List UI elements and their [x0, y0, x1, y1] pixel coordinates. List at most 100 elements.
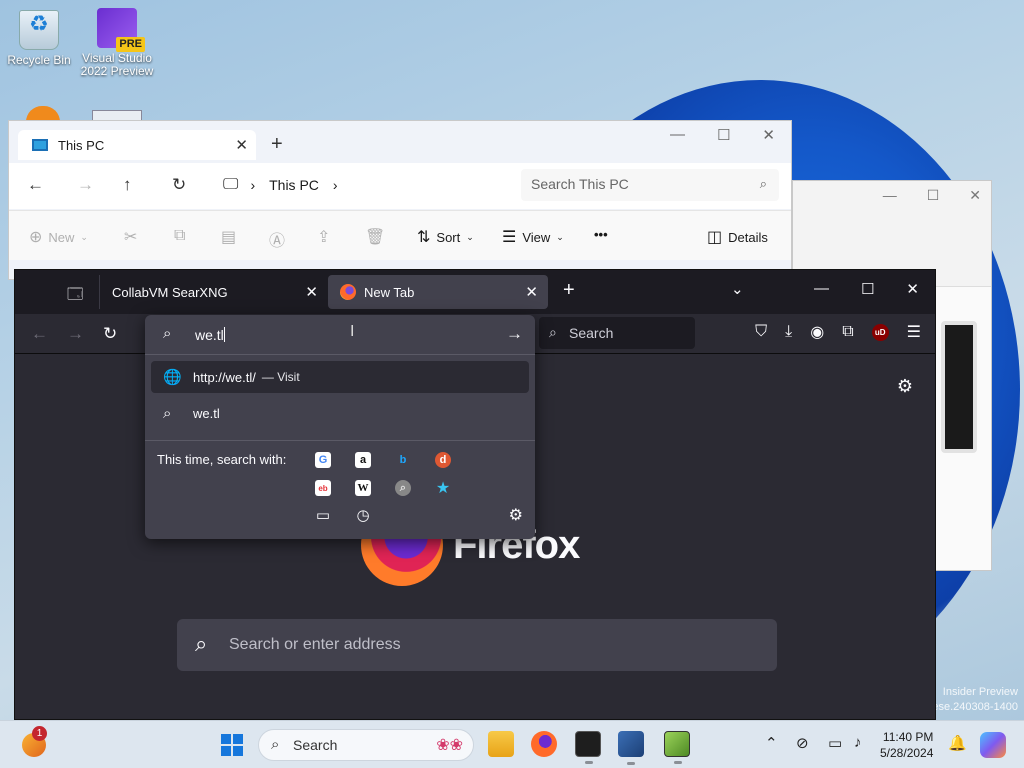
minimize-icon[interactable]: — [670, 126, 685, 144]
window-controls: — ☐ ✕ [883, 187, 981, 204]
searxng-engine-icon[interactable]: ⌕ [395, 480, 411, 496]
firefox-window[interactable]: 🗔 CollabVM SearXNG ✕ New Tab ✕ + ⌄ — ☐ ✕… [14, 269, 936, 720]
start-button[interactable] [221, 734, 243, 756]
bookmarks-star-icon[interactable]: ★ [435, 480, 451, 497]
rename-icon[interactable]: Ⓐ [269, 227, 285, 251]
cut-icon[interactable]: ✂ [124, 227, 137, 247]
search-placeholder: Search This PC [531, 176, 629, 192]
pocket-icon[interactable]: ⛉ [755, 323, 767, 341]
forward-arrow-icon[interactable]: → [77, 175, 94, 195]
chevron-right-icon[interactable]: › [250, 177, 255, 193]
gear-icon[interactable]: ⚙ [897, 376, 913, 397]
paste-icon[interactable]: ▤ [221, 227, 236, 247]
go-arrow-icon[interactable]: → [506, 324, 523, 344]
download-icon[interactable]: ⤓ [785, 323, 792, 341]
breadcrumb[interactable]: This PC [269, 177, 319, 193]
copilot-icon[interactable] [980, 732, 1006, 758]
refresh-icon[interactable]: ↻ [172, 175, 186, 195]
history-clock-icon[interactable]: ◷ [355, 507, 371, 524]
extensions-icon[interactable]: ⧉ [842, 323, 853, 341]
ebay-engine-icon[interactable]: eb [315, 480, 331, 496]
firefox-view-icon[interactable]: 🗔 [67, 284, 83, 309]
search-settings-gear-icon[interactable]: ⚙ [509, 505, 523, 525]
bing-engine-icon[interactable]: b [395, 452, 411, 468]
taskbar: 1 ⌕ Search ❀❀ ⌃ ⊘ ▭ ♪ 11:40 PM 5/28/2024… [0, 720, 1024, 768]
delete-icon[interactable]: 🗑 [365, 227, 385, 247]
details-pane-icon: ◫ [707, 229, 723, 246]
system-clock[interactable]: 11:40 PM 5/28/2024 [880, 729, 933, 761]
forward-arrow-icon[interactable]: → [67, 324, 84, 344]
account-icon[interactable]: ◉ [810, 322, 824, 342]
chevron-up-icon[interactable]: ⌃ [765, 734, 778, 752]
close-icon[interactable]: ✕ [762, 126, 775, 144]
toolbar-search-input[interactable]: ⌕ Search [539, 317, 695, 349]
network-icon[interactable]: ⊘ [796, 734, 809, 752]
more-options-button[interactable]: ••• [594, 227, 608, 242]
ibeam-cursor-icon: I [350, 323, 355, 340]
firefox-icon [340, 284, 356, 300]
close-icon[interactable]: ✕ [969, 187, 981, 204]
file-explorer-icon[interactable] [488, 731, 514, 757]
newtab-search-input[interactable]: ⌕ Search or enter address [177, 619, 777, 671]
close-tab-icon[interactable]: ✕ [525, 283, 538, 301]
tabs-icon[interactable]: ▭ [315, 507, 331, 524]
view-button[interactable]: ☰ View ⌄ [502, 227, 564, 247]
close-tab-icon[interactable]: ✕ [235, 136, 248, 154]
copy-icon[interactable]: ⧉ [174, 227, 185, 245]
divider [145, 440, 535, 441]
hamburger-menu-icon[interactable]: ☰ [907, 322, 921, 342]
address-bar[interactable]: 🖵 › This PC › [215, 169, 511, 201]
amazon-engine-icon[interactable]: a [355, 452, 371, 468]
tab-title: New Tab [364, 284, 415, 300]
sort-button[interactable]: ⇅ Sort ⌄ [417, 227, 474, 247]
maximize-icon[interactable]: ☐ [717, 126, 730, 144]
desktop-icon-visual-studio[interactable]: PRE Visual Studio 2022 Preview [80, 8, 154, 78]
suggestion-text: http://we.tl/ [193, 369, 256, 385]
share-icon[interactable]: ⇪ [317, 227, 330, 247]
up-arrow-icon[interactable]: ↑ [123, 175, 132, 195]
new-tab-button[interactable]: + [271, 133, 283, 156]
minimize-icon[interactable]: — [814, 280, 829, 298]
suggestion-search[interactable]: ⌕ we.tl [151, 397, 529, 429]
back-arrow-icon[interactable]: ← [27, 175, 44, 195]
explorer-tab[interactable]: This PC ✕ [18, 130, 256, 160]
maximize-icon[interactable]: ☐ [927, 187, 940, 204]
ublock-icon[interactable]: uD [871, 323, 889, 341]
notepad-plus-icon[interactable] [664, 731, 690, 764]
taskbar-search-placeholder: Search [293, 737, 338, 753]
chevron-right-icon[interactable]: › [333, 177, 338, 193]
suggestion-visit[interactable]: 🌐 http://we.tl/ — Visit [151, 361, 529, 393]
back-arrow-icon[interactable]: ← [31, 324, 48, 344]
tab-title: CollabVM SearXNG [112, 284, 228, 300]
file-explorer-window[interactable]: This PC ✕ + — ☐ ✕ ← → ↑ ↻ 🖵 › This PC › … [8, 120, 792, 280]
virtualbox-icon[interactable] [618, 731, 644, 765]
reload-icon[interactable]: ↻ [103, 324, 117, 344]
insider-watermark: Insider Preview [942, 686, 1018, 698]
google-engine-icon[interactable]: G [315, 452, 331, 468]
display-icon[interactable]: ▭ [828, 734, 842, 752]
new-tab-button[interactable]: + [563, 279, 575, 302]
minimize-icon[interactable]: — [883, 187, 897, 204]
urlbar-dropdown[interactable]: ⌕ we.tl I → 🌐 http://we.tl/ — Visit ⌕ we… [145, 315, 535, 539]
desktop-icon-recycle-bin[interactable]: Recycle Bin [2, 10, 76, 67]
close-icon[interactable]: ✕ [906, 280, 919, 298]
urlbar-input[interactable]: ⌕ we.tl I → [145, 315, 535, 355]
tab-collabvm-searxng[interactable]: CollabVM SearXNG ✕ [99, 275, 328, 309]
urlbar-value[interactable]: we.tl [195, 327, 225, 343]
taskbar-search[interactable]: ⌕ Search ❀❀ [258, 729, 474, 761]
maximize-icon[interactable]: ☐ [861, 280, 874, 298]
duckduckgo-engine-icon[interactable]: d [435, 452, 451, 468]
explorer-search-input[interactable]: Search This PC ⌕ [521, 169, 779, 201]
wikipedia-engine-icon[interactable]: W [355, 480, 371, 496]
tab-new-tab[interactable]: New Tab ✕ [328, 275, 548, 309]
firefox-taskbar-icon[interactable] [531, 731, 557, 757]
bell-icon[interactable]: 🔔 [948, 734, 967, 752]
new-button[interactable]: ⊕ New ⌄ [29, 227, 88, 247]
list-all-tabs-icon[interactable]: ⌄ [731, 280, 744, 298]
details-button[interactable]: ◫ Details [707, 227, 768, 247]
sound-icon[interactable]: ♪ [854, 734, 862, 751]
clock-time: 11:40 PM [882, 730, 934, 744]
close-tab-icon[interactable]: ✕ [305, 283, 318, 301]
terminal-icon[interactable] [575, 731, 601, 764]
new-label: New [48, 229, 75, 245]
